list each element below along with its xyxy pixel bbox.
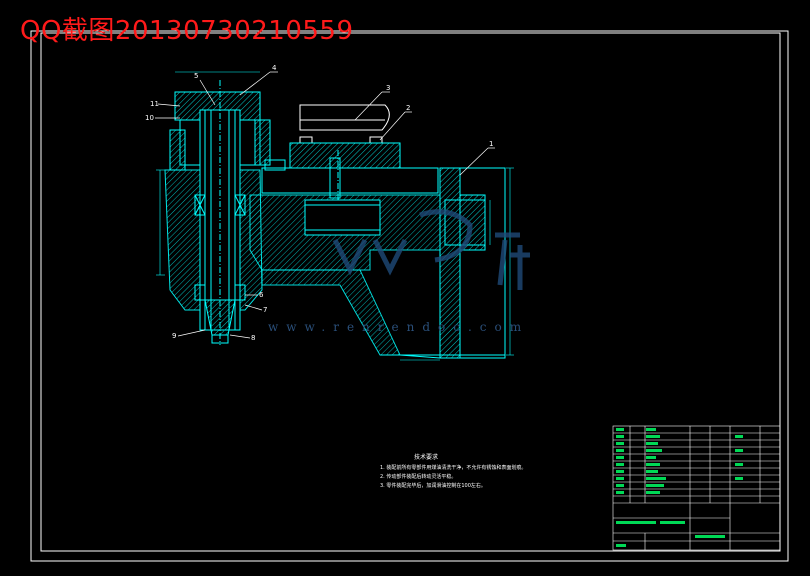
part-label-1: 1 xyxy=(489,140,493,148)
part-label-5: 5 xyxy=(194,72,198,80)
logo-url-text: www.renrendoc.com xyxy=(268,320,530,334)
tech-note-3: 3. 零件装配完毕后，加润滑油控制在100左右。 xyxy=(380,483,486,489)
part-label-4: 4 xyxy=(272,64,277,72)
part-label-8: 8 xyxy=(251,334,255,342)
part-label-10: 10 xyxy=(145,114,154,122)
tech-requirements-title: 技术要求 xyxy=(414,454,439,461)
tech-note-2: 2. 传动部件装配后转动灵活平稳。 xyxy=(380,474,457,480)
screenshot-watermark: QQ截图20130730210559 xyxy=(20,16,354,46)
part-label-2: 2 xyxy=(406,104,410,112)
part-label-9: 9 xyxy=(172,332,176,340)
part-label-3: 3 xyxy=(386,84,390,92)
part-label-6: 6 xyxy=(259,291,264,299)
drawing-canvas: 1 2 3 4 5 6 7 8 9 10 11 xyxy=(30,30,789,562)
part-label-11: 11 xyxy=(150,100,159,108)
motor xyxy=(299,104,390,144)
title-block xyxy=(612,425,781,551)
title-block-fills xyxy=(616,428,743,547)
part-label-7: 7 xyxy=(263,306,267,314)
tech-note-1: 1. 装配前所有零部件用煤油清洗干净，不允许有锈蚀和表面划痕。 xyxy=(380,465,527,471)
